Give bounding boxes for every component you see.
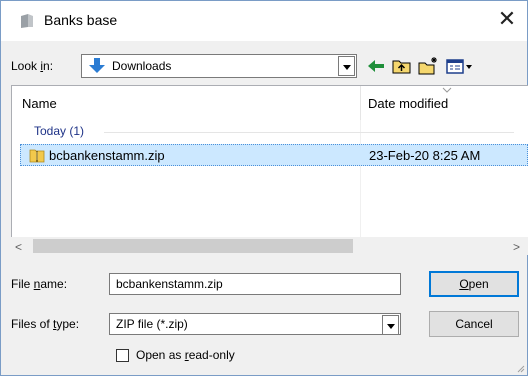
file-list[interactable]: Name Date modified Today (1) bcbankensta… [11, 85, 528, 255]
file-name-value: bcbankenstamm.zip [116, 277, 223, 291]
sort-caret-icon [442, 87, 452, 93]
file-name-input[interactable]: bcbankenstamm.zip [109, 273, 401, 295]
file-type-combo[interactable]: ZIP file (*.zip) [109, 313, 401, 335]
new-folder-icon[interactable] [417, 56, 439, 76]
view-menu-icon[interactable] [445, 56, 475, 76]
open-button[interactable]: Open [429, 271, 519, 297]
app-icon [21, 14, 33, 28]
close-button[interactable]: ✕ [491, 5, 523, 35]
file-name-label: File name: [11, 277, 68, 291]
title-bar: Banks base ✕ [1, 1, 527, 41]
read-only-checkbox[interactable] [116, 349, 129, 362]
window-title: Banks base [44, 12, 118, 28]
dialog-window: Banks base ✕ Look in: Downloads Name Dat… [0, 0, 528, 376]
column-header-name[interactable]: Name [22, 96, 57, 111]
file-type-value: ZIP file (*.zip) [116, 317, 188, 331]
group-header[interactable]: Today (1) [34, 124, 84, 138]
list-item[interactable]: bcbankenstamm.zip 23-Feb-20 8:25 AM [20, 144, 528, 166]
column-separator[interactable] [360, 86, 361, 120]
file-name-cell: bcbankenstamm.zip [49, 148, 165, 163]
scroll-right-icon[interactable]: > [513, 240, 520, 254]
group-divider [104, 132, 514, 133]
horizontal-scrollbar[interactable]: < > [11, 237, 528, 255]
zip-icon [29, 149, 45, 163]
back-icon[interactable] [365, 56, 387, 76]
look-in-dropdown-button[interactable] [338, 56, 355, 76]
column-divider [360, 120, 361, 240]
resize-grip-icon[interactable] [515, 363, 525, 373]
scroll-left-icon[interactable]: < [15, 240, 22, 254]
chevron-down-icon [387, 324, 395, 329]
file-type-label: Files of type: [11, 317, 80, 331]
look-in-value: Downloads [112, 59, 172, 73]
scrollbar-thumb[interactable] [33, 239, 353, 253]
file-date-cell: 23-Feb-20 8:25 AM [369, 148, 481, 163]
look-in-label: Look in: [11, 59, 54, 73]
close-icon: ✕ [497, 6, 517, 31]
list-header: Name Date modified [12, 86, 528, 120]
column-header-date[interactable]: Date modified [368, 96, 448, 111]
up-folder-icon[interactable] [391, 56, 413, 76]
chevron-down-icon [343, 65, 351, 70]
read-only-label[interactable]: Open as read-only [136, 348, 235, 362]
look-in-combo[interactable]: Downloads [81, 54, 357, 78]
downloads-icon [89, 58, 105, 73]
cancel-button[interactable]: Cancel [429, 311, 519, 337]
file-type-dropdown-button[interactable] [382, 315, 399, 335]
